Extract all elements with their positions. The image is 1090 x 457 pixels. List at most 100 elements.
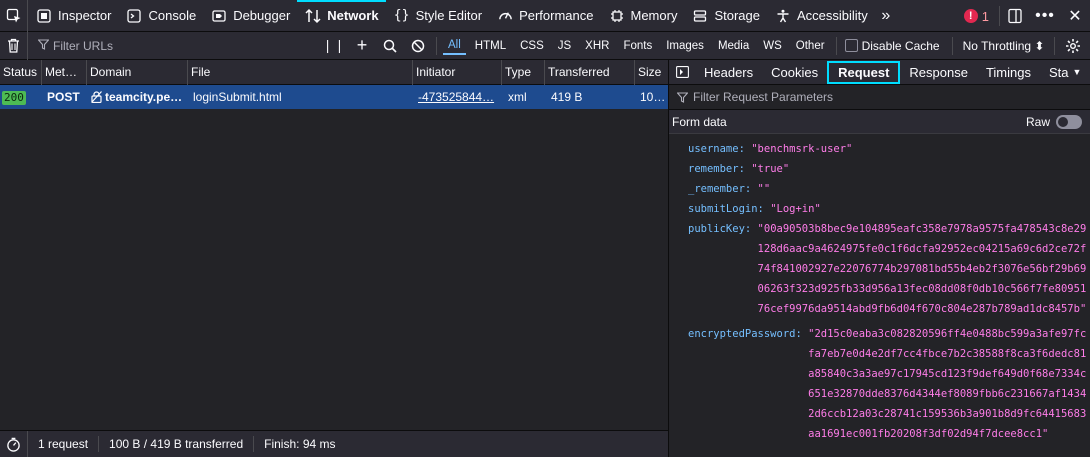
column-initiator[interactable]: Initiator — [413, 60, 502, 85]
toggle-sidebar-icon[interactable] — [669, 60, 695, 85]
param-value: "" — [757, 183, 771, 195]
element-picker-icon[interactable] — [0, 0, 28, 32]
raw-switch[interactable] — [1056, 114, 1082, 129]
request-count: 1 request — [28, 436, 100, 452]
tab-storage[interactable]: Storage — [684, 0, 767, 32]
form-params-list: username: "benchmsrk-user" remember: "tr… — [669, 134, 1090, 444]
filter-type-ws[interactable]: WS — [758, 38, 787, 54]
initiator-link[interactable]: -473525844… — [413, 85, 502, 109]
inspector-icon — [36, 8, 52, 24]
accessibility-icon — [775, 8, 791, 24]
status-badge: 200 — [2, 91, 26, 105]
block-icon[interactable] — [404, 32, 432, 60]
disable-cache-checkbox[interactable]: Disable Cache — [844, 39, 940, 53]
console-icon — [126, 8, 142, 24]
filter-type-html[interactable]: HTML — [470, 38, 511, 54]
trash-icon[interactable] — [0, 31, 28, 60]
column-transferred[interactable]: Transferred — [545, 60, 635, 85]
table-row[interactable]: 200 POST teamcity.pe… loginSubmit.html -… — [0, 85, 668, 109]
param-key: username: — [688, 143, 745, 155]
column-size[interactable]: Size — [635, 60, 668, 85]
file-cell: loginSubmit.html — [193, 90, 282, 104]
pause-icon[interactable]: ❘❘ — [320, 32, 348, 60]
param-row[interactable]: _remember: "" — [688, 179, 1090, 199]
tab-style-editor[interactable]: {} Style Editor — [386, 0, 489, 32]
style-editor-icon: {} — [393, 8, 410, 23]
param-key: remember: — [688, 163, 745, 175]
error-count-badge[interactable]: ! 1 — [954, 6, 1000, 26]
tab-headers[interactable]: Headers — [695, 60, 762, 85]
param-key: publicKey: — [688, 223, 752, 235]
request-list: Status Met… Domain File Initiator Type T… — [0, 60, 668, 430]
throttling-select[interactable]: No Throttling ⬍ — [957, 39, 1051, 53]
tab-label: Style Editor — [415, 8, 483, 23]
filter-type-other[interactable]: Other — [791, 38, 830, 54]
tabs-overflow-icon[interactable]: ▼ — [1071, 67, 1084, 77]
column-status[interactable]: Status — [0, 60, 42, 85]
filter-type-media[interactable]: Media — [713, 38, 754, 54]
debugger-icon — [211, 8, 227, 24]
tab-inspector[interactable]: Inspector — [28, 0, 118, 32]
tab-response[interactable]: Response — [900, 60, 977, 85]
tab-label: Accessibility — [797, 8, 868, 23]
tab-console[interactable]: Console — [118, 0, 203, 32]
raw-toggle[interactable]: Raw — [1026, 114, 1082, 129]
filter-type-all[interactable]: All — [443, 37, 466, 55]
tab-timings[interactable]: Timings — [977, 60, 1040, 85]
tab-label: Debugger — [233, 8, 291, 23]
tab-performance[interactable]: Performance — [489, 0, 600, 32]
checkbox-box[interactable] — [844, 39, 858, 52]
insecure-lock-icon — [91, 87, 102, 109]
column-type[interactable]: Type — [502, 60, 545, 85]
filter-urls-input[interactable]: Filter URLs — [28, 32, 320, 60]
network-filter-bar: Filter URLs ❘❘ + All HTML CSS JS XHR Fon… — [0, 31, 1090, 60]
close-icon[interactable]: ✕ — [1060, 0, 1090, 32]
param-key: encryptedPassword: — [688, 328, 802, 340]
param-value: "00a90503b8bec9e104895eafc358e7978a9575f… — [757, 223, 1087, 315]
column-method[interactable]: Met… — [42, 60, 87, 85]
add-request-icon[interactable]: + — [348, 32, 376, 60]
tab-cookies[interactable]: Cookies — [762, 60, 827, 85]
tab-memory[interactable]: Memory — [601, 0, 685, 32]
overflow-tabs-icon[interactable]: » — [875, 7, 897, 25]
transferred-cell: 419 B — [551, 90, 583, 104]
column-file[interactable]: File — [188, 60, 413, 85]
network-settings-gear-icon[interactable] — [1059, 32, 1087, 60]
devtools-toolbar: Inspector Console Debugger Network {} St… — [0, 0, 1090, 32]
tab-label: Inspector — [58, 8, 112, 23]
request-table-header: Status Met… Domain File Initiator Type T… — [0, 60, 668, 85]
param-row[interactable]: remember: "true" — [688, 159, 1090, 179]
filter-type-fonts[interactable]: Fonts — [618, 38, 657, 54]
filter-type-css[interactable]: CSS — [515, 38, 549, 54]
param-value: "2d15c0eaba3c082820596ff4e0488bc599a3afe… — [808, 328, 1087, 440]
tab-accessibility[interactable]: Accessibility — [767, 0, 875, 32]
tab-label: Performance — [519, 8, 594, 23]
details-tabs: Headers Cookies Request Response Timings… — [669, 60, 1090, 85]
tab-label: Memory — [630, 8, 678, 23]
param-row[interactable]: encryptedPassword: "2d15c0eaba3c08282059… — [688, 324, 1090, 444]
performance-analysis-icon[interactable] — [0, 430, 28, 457]
column-domain[interactable]: Domain — [87, 60, 188, 85]
tab-network[interactable]: Network — [297, 0, 386, 32]
param-row[interactable]: username: "benchmsrk-user" — [688, 139, 1090, 159]
filter-request-params-input[interactable]: Filter Request Parameters — [669, 85, 1090, 110]
filter-type-images[interactable]: Images — [661, 38, 709, 54]
domain-text: teamcity.pe… — [105, 90, 183, 104]
options-menu-icon[interactable]: ••• — [1030, 0, 1060, 32]
param-row[interactable]: submitLogin: "Log+in" — [688, 199, 1090, 219]
tab-request[interactable]: Request — [827, 60, 901, 84]
dock-side-icon[interactable] — [1000, 0, 1030, 32]
filter-type-xhr[interactable]: XHR — [580, 38, 614, 54]
form-data-header: Form data Raw — [669, 110, 1090, 134]
filter-urls-placeholder: Filter URLs — [53, 38, 114, 53]
search-icon[interactable] — [376, 32, 404, 60]
tab-stack-trace[interactable]: Sta — [1040, 60, 1071, 85]
error-count: 1 — [981, 8, 989, 24]
tab-label: Network — [327, 8, 379, 23]
divider — [436, 36, 437, 55]
domain-cell: teamcity.pe… — [87, 85, 188, 109]
param-row[interactable]: publicKey: "00a90503b8bec9e104895eafc358… — [688, 219, 1090, 319]
param-key: submitLogin: — [688, 203, 764, 215]
filter-type-js[interactable]: JS — [553, 38, 576, 54]
tab-debugger[interactable]: Debugger — [203, 0, 297, 32]
